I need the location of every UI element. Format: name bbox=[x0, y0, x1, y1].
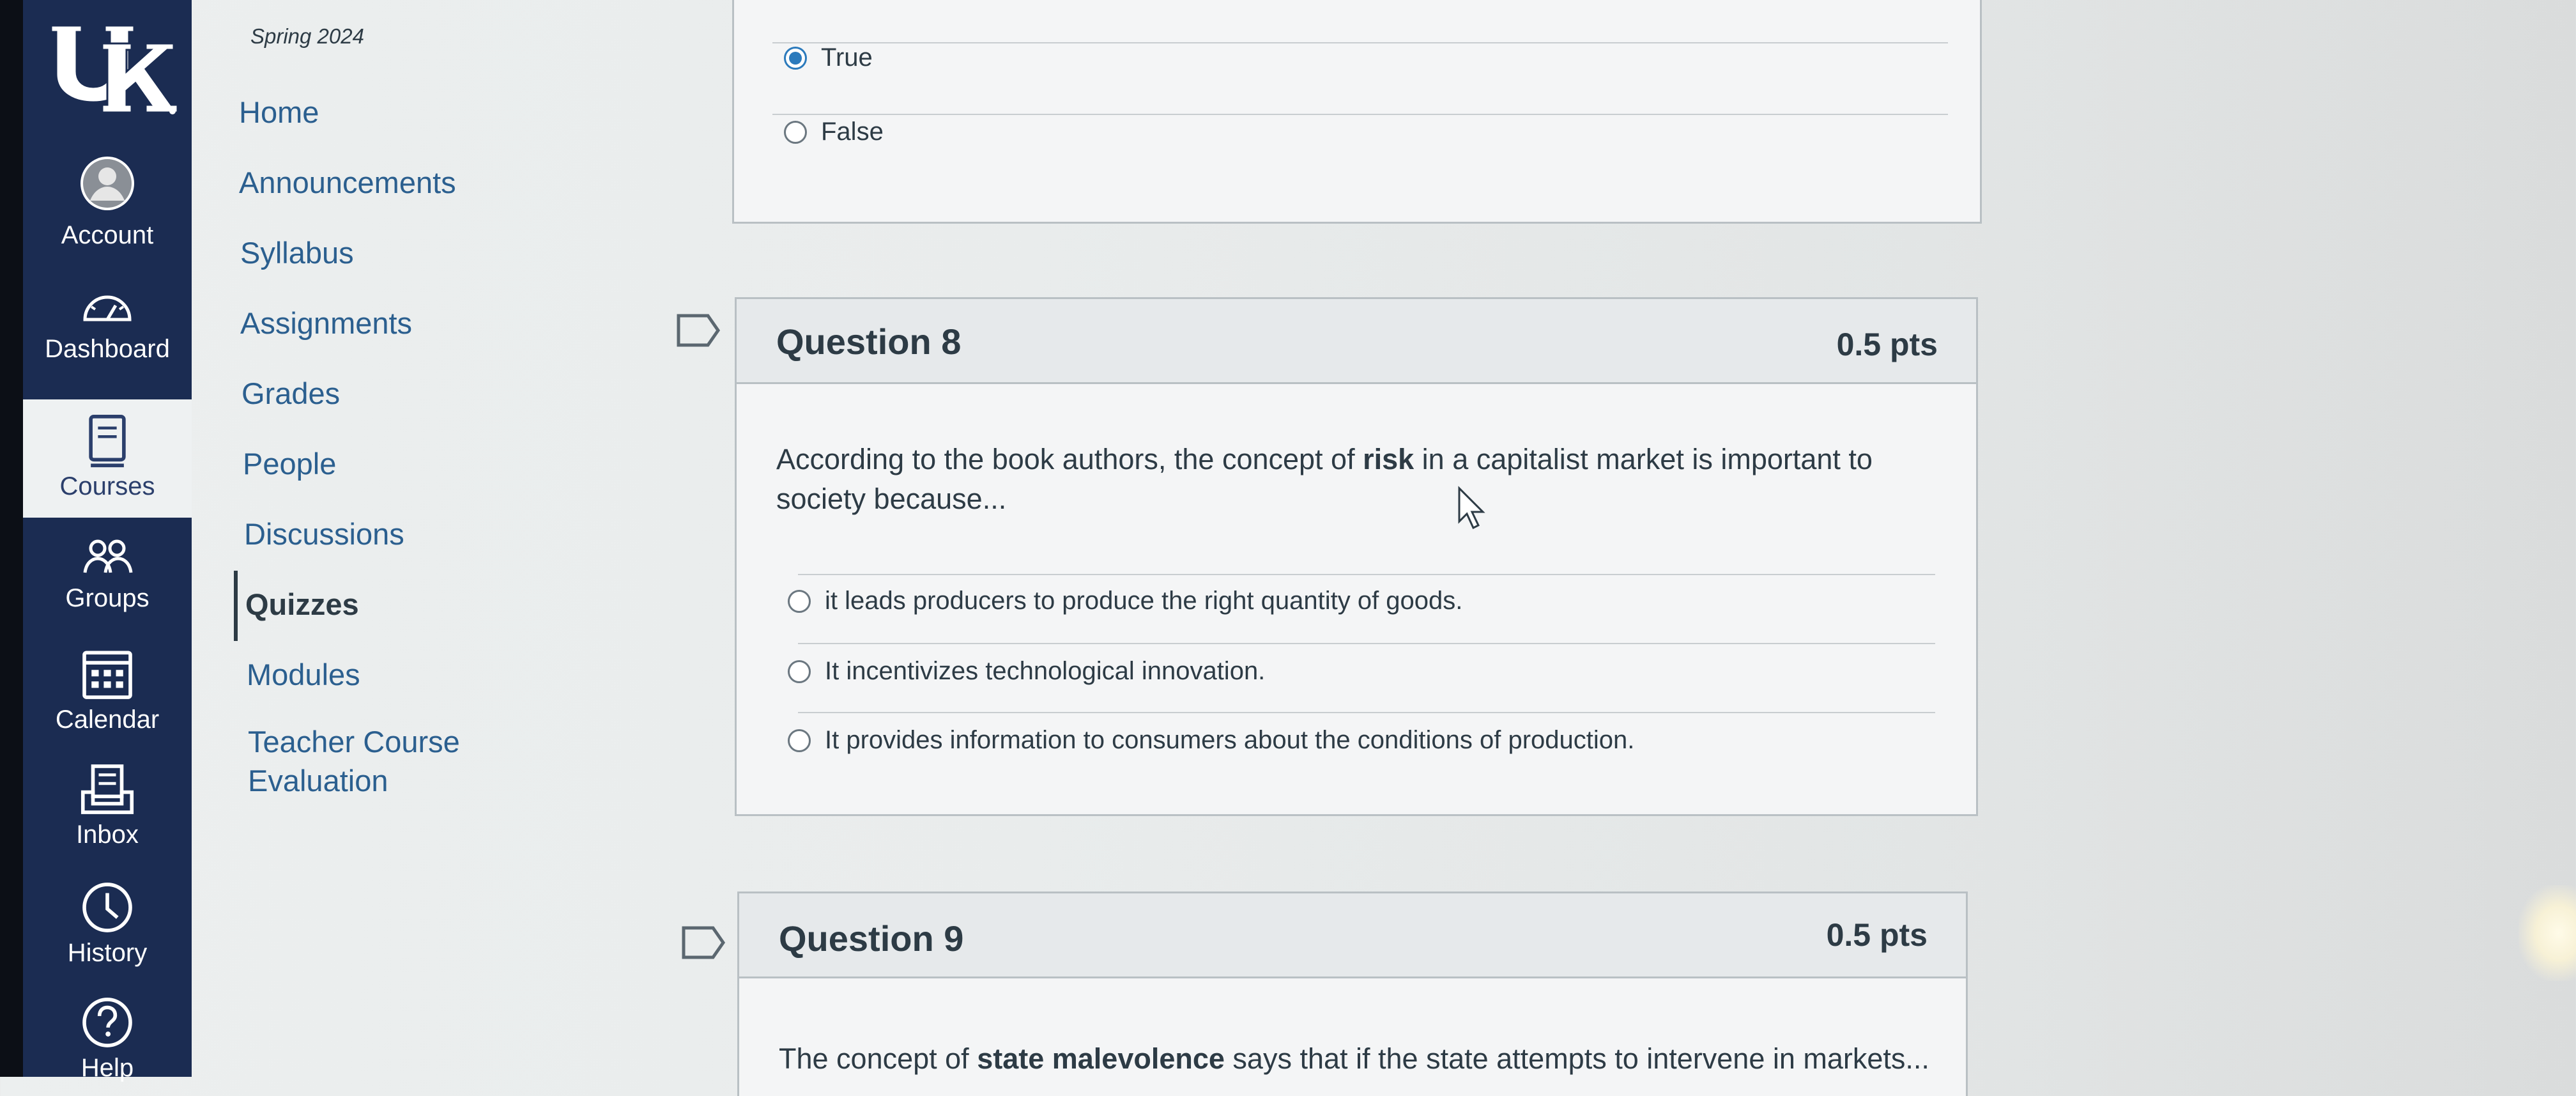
answer-true[interactable]: True bbox=[784, 43, 873, 72]
question-9-keyword: state malevolence bbox=[977, 1042, 1225, 1075]
active-indicator bbox=[234, 571, 238, 641]
answer-divider bbox=[772, 42, 1948, 43]
course-nav-modules[interactable]: Modules bbox=[247, 655, 360, 694]
nav-history-label: History bbox=[67, 939, 148, 967]
courses-icon bbox=[72, 412, 142, 470]
course-nav-announcements[interactable]: Announcements bbox=[239, 163, 456, 202]
nav-account[interactable]: Account bbox=[23, 148, 192, 250]
global-navigation: Account Dashboard Courses Groups Calenda… bbox=[0, 0, 192, 1082]
question-9-text: The concept of state malevolence says th… bbox=[779, 1039, 1942, 1079]
uk-logo-icon bbox=[50, 24, 179, 114]
question-9-points: 0.5 pts bbox=[1826, 917, 1928, 953]
question-8: Question 8 0.5 pts According to the book… bbox=[735, 297, 1978, 816]
course-nav-grades[interactable]: Grades bbox=[241, 374, 340, 413]
question-8-text: According to the book authors, the conce… bbox=[776, 440, 1926, 519]
question-8-title: Question 8 bbox=[776, 321, 962, 362]
question-9: Question 9 0.5 pts The concept of state … bbox=[737, 891, 1968, 1096]
radio-true[interactable] bbox=[784, 46, 807, 70]
mouse-cursor-icon bbox=[1455, 486, 1487, 530]
question-9-header: Question 9 0.5 pts bbox=[739, 893, 1966, 978]
radio-option[interactable] bbox=[788, 589, 811, 613]
inbox-icon bbox=[72, 760, 142, 818]
answer-option[interactable]: It incentivizes technological innovation… bbox=[788, 657, 1265, 686]
account-icon bbox=[72, 148, 142, 219]
nav-help-label: Help bbox=[80, 1054, 134, 1082]
bookmark-icon bbox=[682, 926, 726, 959]
question-9-text-part: The concept of bbox=[779, 1042, 977, 1075]
nav-calendar[interactable]: Calendar bbox=[23, 645, 192, 734]
teacher-evaluation-line2: Evaluation bbox=[248, 764, 388, 798]
uk-logo[interactable] bbox=[38, 13, 185, 125]
help-icon bbox=[72, 994, 142, 1051]
teacher-evaluation-line1: Teacher Course bbox=[248, 725, 460, 759]
answer-option-label: it leads producers to produce the right … bbox=[825, 587, 1463, 615]
question-8-points: 0.5 pts bbox=[1836, 327, 1938, 362]
answer-divider bbox=[798, 574, 1935, 575]
answer-true-label: True bbox=[821, 43, 873, 72]
nav-groups[interactable]: Groups bbox=[23, 530, 192, 613]
nav-groups-label: Groups bbox=[65, 584, 150, 612]
nav-inbox[interactable]: Inbox bbox=[23, 760, 192, 849]
course-nav-assignments[interactable]: Assignments bbox=[240, 304, 412, 343]
previous-question: True False bbox=[732, 0, 1982, 224]
flag-question-9[interactable] bbox=[681, 925, 726, 960]
answer-false[interactable]: False bbox=[784, 118, 884, 146]
question-8-keyword: risk bbox=[1363, 443, 1414, 475]
answer-divider bbox=[772, 114, 1948, 115]
flag-question-8[interactable] bbox=[676, 313, 721, 348]
course-navigation: Spring 2024 Home Announcements Syllabus … bbox=[192, 0, 677, 1077]
course-nav-quizzes[interactable]: Quizzes bbox=[245, 585, 359, 624]
nav-account-label: Account bbox=[61, 221, 154, 249]
question-9-text-part: says that if the state attempts to inter… bbox=[1224, 1042, 1929, 1075]
answer-divider bbox=[798, 712, 1935, 713]
answer-option[interactable]: It provides information to consumers abo… bbox=[788, 726, 1634, 755]
answer-option-label: It provides information to consumers abo… bbox=[825, 726, 1635, 754]
nav-calendar-label: Calendar bbox=[55, 706, 160, 734]
nav-inbox-label: Inbox bbox=[76, 821, 139, 849]
history-icon bbox=[72, 879, 142, 936]
radio-option[interactable] bbox=[788, 660, 811, 683]
course-nav-syllabus[interactable]: Syllabus bbox=[240, 233, 354, 272]
answer-divider bbox=[798, 643, 1935, 644]
nav-dashboard[interactable]: Dashboard bbox=[23, 281, 192, 364]
answer-false-label: False bbox=[821, 118, 884, 146]
course-nav-teacher-evaluation[interactable]: Teacher Course Evaluation bbox=[248, 722, 460, 800]
course-nav-people[interactable]: People bbox=[243, 444, 336, 483]
term-label: Spring 2024 bbox=[250, 24, 364, 48]
question-9-title: Question 9 bbox=[779, 918, 964, 959]
nav-help[interactable]: Help bbox=[23, 994, 192, 1083]
dashboard-icon bbox=[72, 281, 142, 332]
radio-false[interactable] bbox=[784, 120, 807, 144]
answer-option[interactable]: it leads producers to produce the right … bbox=[788, 587, 1462, 615]
bookmark-icon bbox=[677, 314, 721, 347]
nav-dashboard-label: Dashboard bbox=[45, 335, 170, 363]
nav-history[interactable]: History bbox=[23, 879, 192, 968]
nav-courses[interactable]: Courses bbox=[23, 399, 192, 518]
question-8-header: Question 8 0.5 pts bbox=[737, 299, 1976, 384]
course-nav-discussions[interactable]: Discussions bbox=[244, 514, 404, 553]
screen-glare bbox=[2518, 885, 2576, 981]
answer-option-label: It incentivizes technological innovation… bbox=[825, 657, 1266, 685]
course-nav-home[interactable]: Home bbox=[239, 93, 319, 132]
radio-option[interactable] bbox=[788, 729, 811, 752]
calendar-icon bbox=[72, 645, 142, 703]
question-8-text-part: According to the book authors, the conce… bbox=[776, 443, 1363, 475]
nav-courses-label: Courses bbox=[59, 472, 155, 500]
groups-icon bbox=[72, 530, 142, 582]
